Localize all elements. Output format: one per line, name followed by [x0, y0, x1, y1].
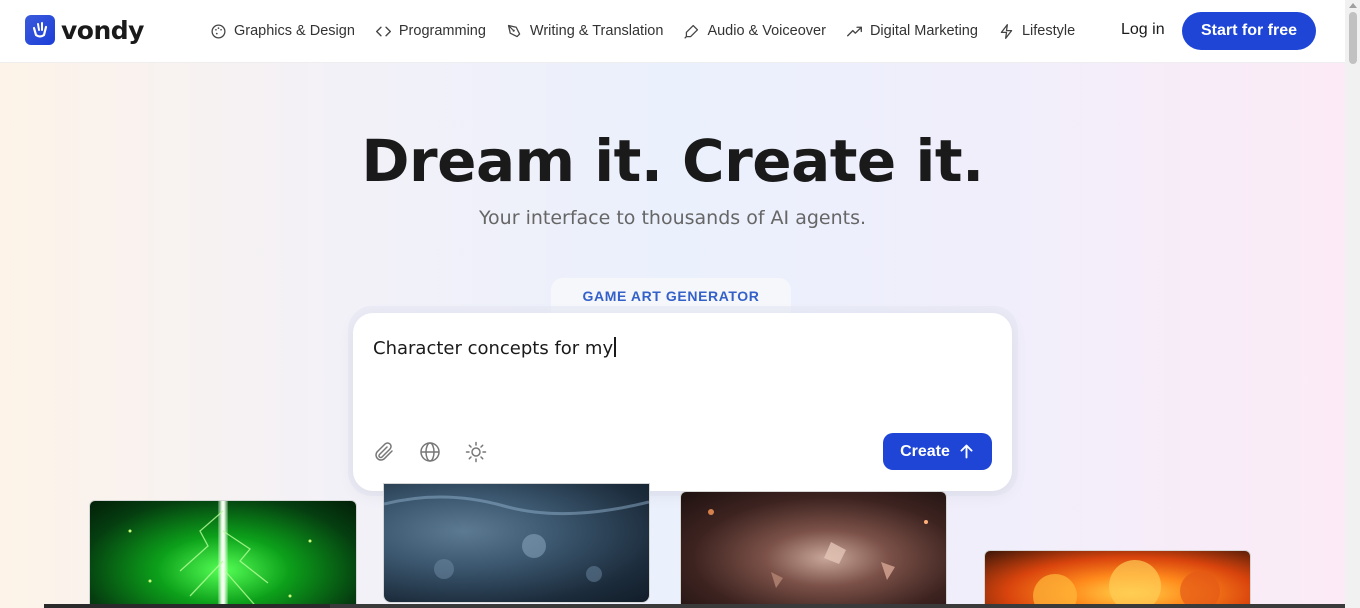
prompt-card: Character concepts for my Create — [353, 313, 1012, 491]
category-menu: Graphics & Design Programming Writing & … — [210, 0, 1075, 62]
arrow-up-icon — [960, 444, 973, 459]
lightning-branches — [128, 510, 312, 608]
nav-item-lifestyle[interactable]: Lifestyle — [998, 23, 1075, 40]
nav-item-writing-translation[interactable]: Writing & Translation — [506, 23, 664, 40]
hand-logo-icon — [25, 15, 55, 45]
nav-item-label: Audio & Voiceover — [707, 23, 826, 39]
fire-cloud-thumbnail[interactable] — [984, 550, 1251, 608]
create-button[interactable]: Create — [883, 433, 992, 470]
hero-section: Dream it. Create it. Your interface to t… — [0, 63, 1345, 608]
text-cursor — [614, 337, 616, 357]
lightning-icon — [1000, 23, 1013, 39]
nav-item-label: Writing & Translation — [529, 23, 664, 39]
nav-item-label: Programming — [398, 23, 486, 39]
globe-icon[interactable] — [418, 440, 442, 464]
nav-item-graphics-design[interactable]: Graphics & Design — [210, 23, 355, 40]
blue-water-thumbnail[interactable] — [383, 483, 650, 603]
code-icon — [375, 26, 391, 36]
nav-item-label: Digital Marketing — [869, 23, 978, 39]
trending-up-icon — [846, 26, 862, 36]
sun-icon[interactable] — [464, 440, 488, 464]
paperclip-icon[interactable] — [372, 440, 396, 464]
nav-item-audio-voiceover[interactable]: Audio & Voiceover — [683, 23, 826, 40]
page-scrollbar[interactable] — [1345, 0, 1360, 608]
login-link[interactable]: Log in — [1121, 21, 1165, 39]
scrollbar-thumb[interactable] — [1349, 12, 1357, 64]
pen-nib-icon — [507, 24, 521, 37]
top-navigation: vondy Graphics & Design Programming Writ… — [0, 0, 1345, 63]
nav-item-digital-marketing[interactable]: Digital Marketing — [846, 23, 978, 40]
prompt-input[interactable]: Character concepts for my — [373, 337, 616, 359]
create-button-label: Create — [900, 442, 950, 460]
page-headline: Dream it. Create it. — [361, 127, 984, 195]
water-bokeh — [384, 495, 649, 582]
green-lightning-thumbnail[interactable] — [89, 500, 357, 608]
page-subheadline: Your interface to thousands of AI agents… — [478, 207, 867, 229]
prompt-value: Character concepts for my — [373, 338, 614, 359]
brand-name: vondy — [61, 15, 144, 45]
start-for-free-button[interactable]: Start for free — [1182, 12, 1316, 50]
bottom-edge-strip — [44, 604, 330, 608]
scroll-up-arrow-icon[interactable] — [1349, 3, 1357, 8]
explosion-debris-thumbnail[interactable] — [680, 491, 947, 608]
vondy-logo[interactable]: vondy — [25, 15, 144, 45]
microphone-icon — [684, 24, 699, 39]
nav-item-programming[interactable]: Programming — [375, 23, 486, 40]
nav-item-label: Lifestyle — [1021, 23, 1076, 39]
fire-plume — [1033, 560, 1220, 608]
bottom-edge-strip — [330, 604, 1345, 608]
nav-item-label: Graphics & Design — [234, 23, 355, 39]
palette-icon — [211, 23, 226, 39]
debris-shards — [708, 509, 928, 588]
